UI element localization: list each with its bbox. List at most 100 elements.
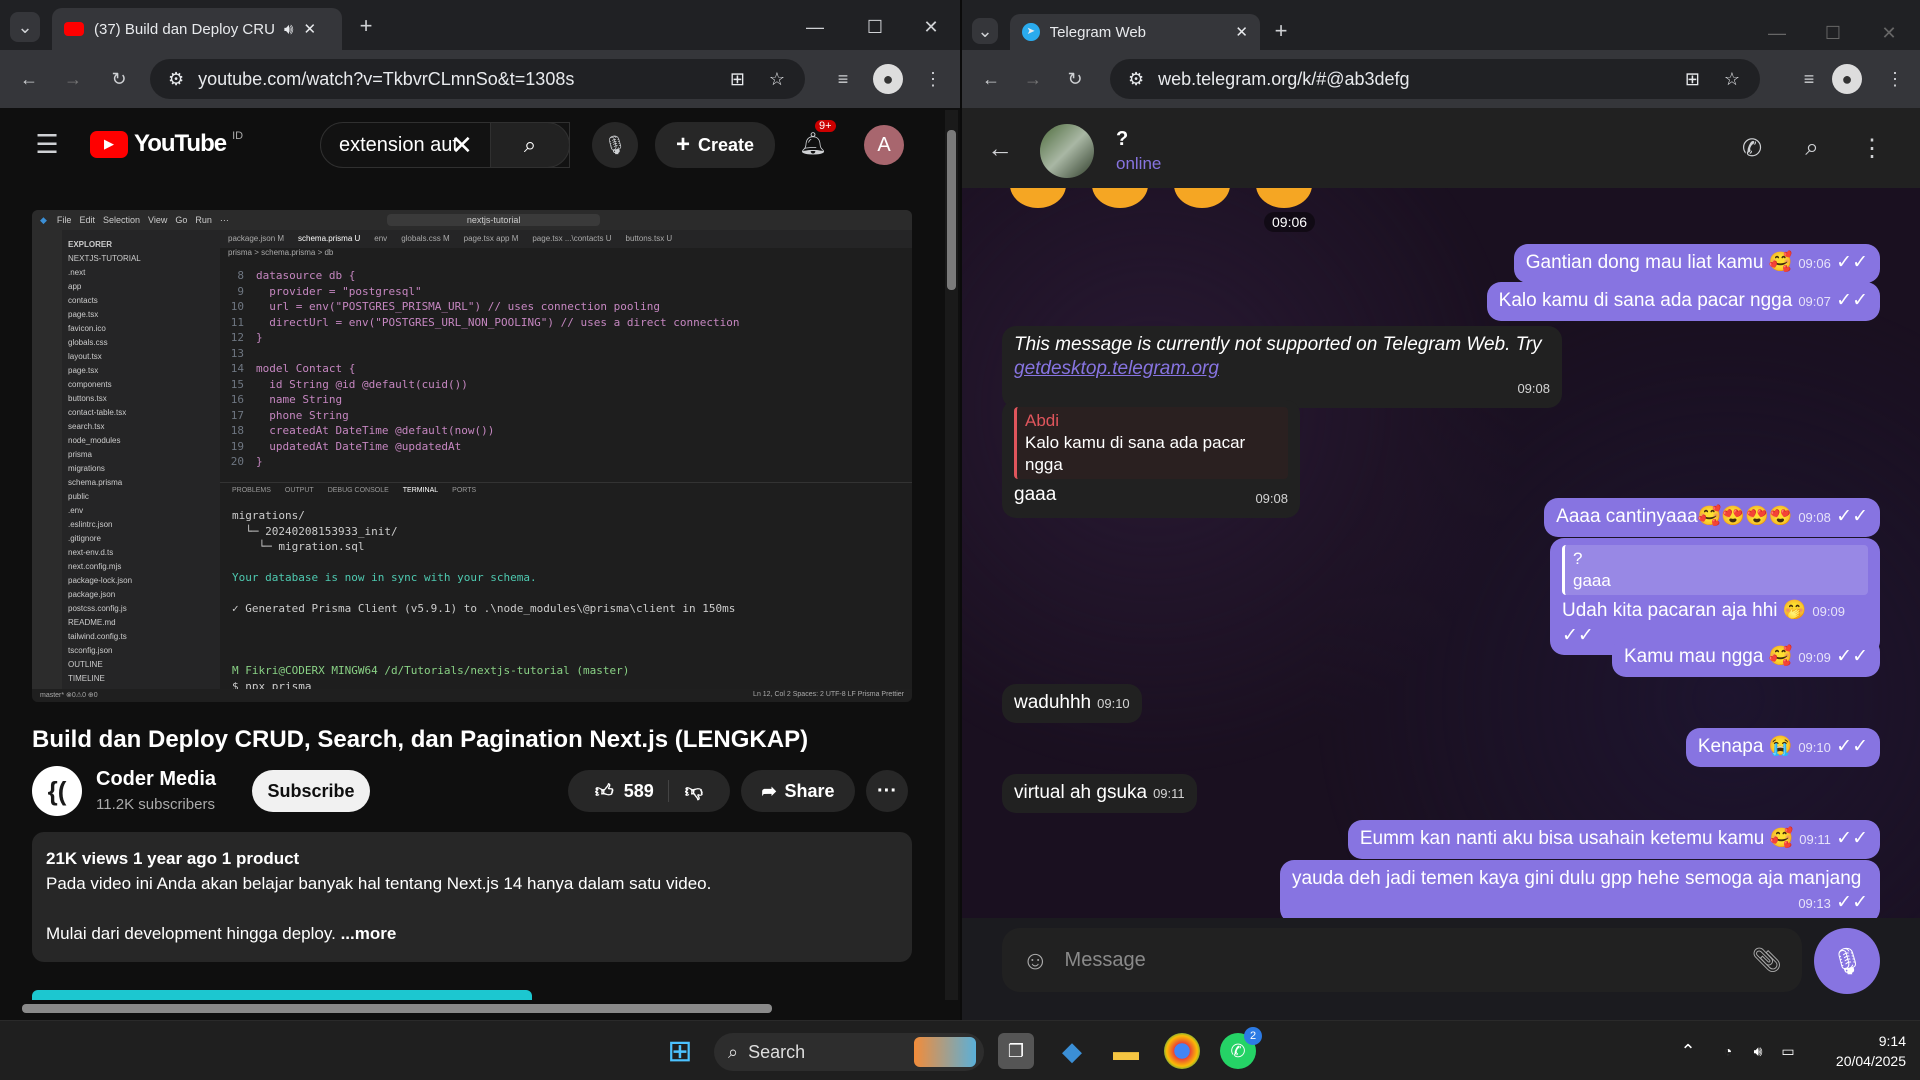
maximize-icon[interactable]: ☐ — [860, 12, 890, 42]
reply-quote[interactable]: ? gaaa — [1562, 545, 1868, 595]
youtube-play-icon: ▶ — [90, 130, 128, 158]
message-bubble[interactable]: Kamu mau ngga 🥰 09:09 ✓✓ — [1611, 638, 1880, 677]
site-info-icon[interactable]: ⚙︎ — [168, 69, 184, 90]
tab-youtube[interactable]: (37) Build dan Deploy CRUD 🔊︎ ✕ — [52, 8, 342, 50]
message-bubble[interactable]: Gantian dong mau liat kamu 🥰 09:06 ✓✓ — [1513, 244, 1880, 283]
account-avatar[interactable]: A — [864, 125, 904, 165]
hamburger-menu-icon[interactable]: ☰ — [32, 129, 62, 159]
code-text: id String @id @default(cuid()) — [256, 377, 468, 391]
message-bubble[interactable]: Aaaa cantinyaaa🥰😍😍😍 09:08 ✓✓ — [1544, 498, 1880, 537]
emoji-picker-icon[interactable]: ☺ — [1022, 945, 1049, 976]
reload-icon[interactable]: ↻ — [104, 64, 134, 94]
message-bubble[interactable]: Kenapa 😭 09:10 ✓✓ — [1685, 728, 1880, 767]
close-icon[interactable]: ✕ — [1874, 18, 1904, 48]
address-bar[interactable]: ⚙︎ web.telegram.org/k/#@ab3defg ⊞ ☆ — [1110, 59, 1760, 99]
chat-name[interactable]: ? — [1116, 128, 1128, 151]
system-clock[interactable]: 9:14 20/04/2025 — [1800, 1031, 1906, 1071]
search-icon[interactable]: ⌕ — [1796, 132, 1828, 164]
message-bubble[interactable]: Kalo kamu di sana ada pacar ngga 09:07 ✓✓ — [1486, 282, 1880, 321]
message-bubble[interactable]: virtual ah gsuka 09:11 — [1002, 774, 1197, 813]
message-bubble[interactable]: yauda deh jadi temen kaya gini dulu gpp … — [1280, 860, 1880, 918]
message-composer[interactable]: ☺ Message 📎︎ — [1002, 928, 1802, 992]
notifications-button[interactable]: 🔔︎ 9+ — [795, 120, 836, 162]
reload-icon[interactable]: ↻ — [1060, 64, 1090, 94]
install-icon[interactable]: ⊞ — [730, 69, 745, 90]
close-icon[interactable]: ✕ — [916, 12, 946, 42]
search-button[interactable]: ⌕ — [490, 122, 570, 168]
record-voice-button[interactable]: 🎙︎ — [1814, 928, 1880, 994]
whatsapp-taskbar-icon[interactable]: ✆ 2 — [1220, 1027, 1262, 1069]
attach-paperclip-icon[interactable]: 📎︎ — [1752, 946, 1782, 975]
bookmark-star-icon[interactable]: ☆ — [1724, 69, 1740, 90]
forward-icon[interactable]: → — [58, 64, 88, 94]
channel-avatar[interactable]: {( — [32, 766, 82, 816]
install-icon[interactable]: ⊞ — [1685, 69, 1700, 90]
new-tab-icon[interactable]: + — [1268, 18, 1294, 44]
create-button[interactable]: + Create — [655, 122, 775, 168]
tab-close-icon[interactable]: ✕ — [1235, 23, 1248, 41]
subscribe-button[interactable]: Subscribe — [252, 770, 370, 812]
message-input[interactable]: Message — [1065, 949, 1146, 972]
address-bar[interactable]: ⚙︎ youtube.com/watch?v=TkbvrCLmnSo&t=130… — [150, 59, 805, 99]
vertical-scrollbar[interactable] — [945, 110, 958, 1000]
back-icon[interactable]: ← — [976, 64, 1006, 94]
media-control-icon[interactable]: ≡ — [1794, 64, 1824, 94]
minimize-icon[interactable]: — — [800, 12, 830, 42]
maximize-icon[interactable]: ☐ — [1818, 18, 1848, 48]
reply-quote[interactable]: Abdi Kalo kamu di sana ada pacar ngga — [1014, 407, 1288, 479]
channel-name[interactable]: Coder Media — [96, 768, 216, 791]
message-bubble[interactable]: Eumm kan nanti aku bisa usahain ketemu k… — [1347, 820, 1880, 859]
voice-search-button[interactable]: 🎙︎ — [592, 122, 638, 168]
reply-author: ? — [1573, 549, 1583, 568]
chrome-taskbar-icon[interactable] — [1164, 1033, 1200, 1069]
tab-search-icon[interactable]: ⌄ — [972, 18, 998, 44]
message-bubble[interactable]: Abdi Kalo kamu di sana ada pacar ngga ga… — [1002, 400, 1300, 518]
tray-chevron-icon[interactable]: ⌃ — [1670, 1033, 1706, 1069]
profile-avatar-icon[interactable]: ● — [1832, 64, 1862, 94]
chat-avatar[interactable] — [1040, 124, 1094, 178]
message-bubble[interactable]: This message is currently not supported … — [1002, 326, 1562, 408]
message-time: 09:11 — [1799, 832, 1831, 847]
phone-call-icon[interactable]: ✆ — [1736, 132, 1768, 164]
speaker-icon[interactable]: 🔊︎ — [284, 21, 293, 38]
new-tab-icon[interactable]: + — [352, 12, 380, 40]
video-player[interactable]: ◆ File Edit Selection View Go Run ··· nextjs-t… — [32, 210, 912, 702]
back-icon[interactable]: ← — [14, 64, 44, 94]
clear-search-icon[interactable]: ✕ — [451, 130, 473, 161]
panel-tab: TERMINAL — [402, 487, 439, 494]
browser-menu-icon[interactable]: ⋮ — [918, 64, 948, 94]
tab-search-icon[interactable]: ⌄ — [10, 12, 40, 42]
file-explorer-icon[interactable]: ▬ — [1108, 1033, 1144, 1069]
editor-breadcrumb: prisma > schema.prisma > db — [228, 248, 334, 257]
vscode-taskbar-icon[interactable]: ◆ — [1054, 1033, 1090, 1069]
back-arrow-icon[interactable]: ← — [984, 132, 1016, 164]
more-actions-button[interactable]: ··· — [866, 770, 908, 812]
description-box[interactable]: 21K views 1 year ago 1 product Pada vide… — [32, 832, 912, 962]
like-button[interactable]: 👍︎ 589 — [595, 780, 669, 802]
more-vertical-icon[interactable]: ⋮ — [1856, 132, 1888, 164]
youtube-logo[interactable]: ▶ YouTube ID — [90, 130, 243, 158]
profile-avatar-icon[interactable]: ● — [873, 64, 903, 94]
more-link[interactable]: ...more — [341, 924, 397, 943]
minimize-icon[interactable]: — — [1762, 18, 1792, 48]
tab-close-icon[interactable]: ✕ — [303, 20, 316, 38]
dislike-button[interactable]: 👎︎ — [677, 780, 703, 802]
terminal-line: └─ migration.sql — [232, 540, 365, 553]
forward-icon[interactable]: → — [1018, 64, 1048, 94]
bookmark-star-icon[interactable]: ☆ — [769, 69, 785, 90]
windows-start-icon[interactable]: ⊞ — [662, 1033, 698, 1069]
browser-menu-icon[interactable]: ⋮ — [1880, 64, 1910, 94]
task-view-icon[interactable]: ❐ — [998, 1033, 1034, 1069]
site-info-icon[interactable]: ⚙︎ — [1128, 69, 1144, 90]
horizontal-scrollbar[interactable] — [22, 1004, 772, 1013]
tab-telegram[interactable]: ➤ Telegram Web ✕ — [1010, 14, 1260, 50]
taskbar-search[interactable]: ⌕ Search — [714, 1033, 984, 1071]
message-bubble[interactable]: waduhhh 09:10 — [1002, 684, 1142, 723]
message-list[interactable]: 09:06 Gantian dong mau liat kamu 🥰 09:06 … — [962, 188, 1920, 918]
scroll-thumb[interactable] — [947, 130, 956, 290]
description-line-1: Pada video ini Anda akan belajar banyak … — [46, 874, 712, 893]
share-button[interactable]: ➦ Share — [741, 770, 855, 812]
message-text: Udah kita pacaran aja hhi 🤭 — [1562, 600, 1807, 621]
editor-statusbar: master* ⊗0⚠0 ⊕0 Ln 12, Col 2 Spaces: 2 U… — [32, 689, 912, 702]
media-control-icon[interactable]: ≡ — [828, 64, 858, 94]
